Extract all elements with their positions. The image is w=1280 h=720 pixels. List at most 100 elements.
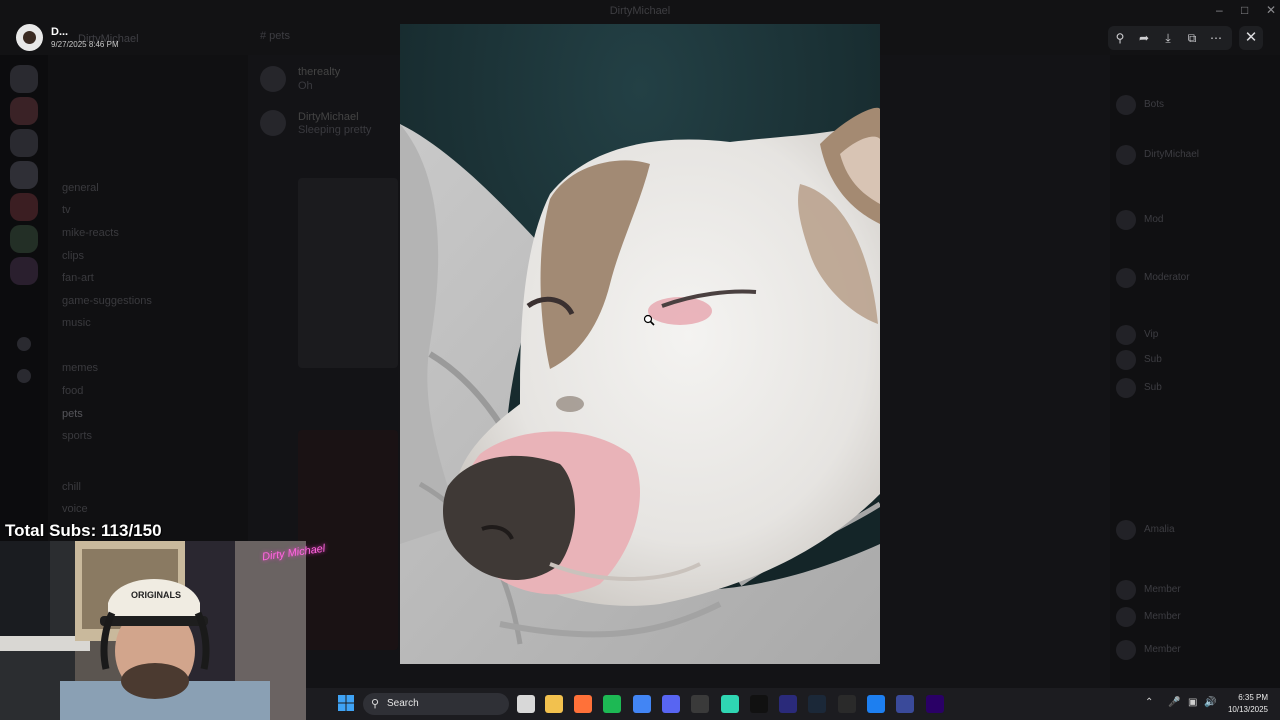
member-item[interactable]: DirtyMichael: [1116, 145, 1266, 167]
firefox-icon[interactable]: [574, 695, 592, 713]
minimize-icon[interactable]: –: [1216, 3, 1223, 17]
chevron-up-icon[interactable]: ⌃: [1145, 697, 1153, 708]
member-item[interactable]: Member: [1116, 580, 1266, 602]
member-name: DirtyMichael: [1144, 149, 1200, 160]
premiere-icon[interactable]: [926, 695, 944, 713]
app-blue-icon[interactable]: [867, 695, 885, 713]
channel-item[interactable]: tv: [62, 204, 71, 218]
app-settings-icon[interactable]: [896, 695, 914, 713]
member-item[interactable]: Member: [1116, 607, 1266, 629]
maximize-icon[interactable]: □: [1241, 3, 1248, 17]
obs-icon[interactable]: [691, 695, 709, 713]
server-icon[interactable]: [10, 161, 38, 189]
member-name: Sub: [1144, 354, 1162, 365]
volume-icon[interactable]: 🔊: [1204, 697, 1216, 708]
channel-item[interactable]: music: [62, 317, 91, 331]
message-author[interactable]: DirtyMichael: [298, 111, 359, 123]
capcut-icon[interactable]: [750, 695, 768, 713]
member-item[interactable]: Amalia: [1116, 520, 1266, 542]
member-item[interactable]: Moderator: [1116, 268, 1266, 290]
channel-item[interactable]: food: [62, 385, 83, 399]
message-image[interactable]: [298, 178, 398, 368]
avatar: [1116, 378, 1136, 398]
member-item[interactable]: Sub: [1116, 378, 1266, 400]
member-item[interactable]: Vip: [1116, 325, 1266, 347]
server-icon[interactable]: [10, 193, 38, 221]
close-viewer-button[interactable]: ✕: [1239, 26, 1263, 50]
discord-icon[interactable]: [662, 695, 680, 713]
file-explorer-icon[interactable]: [545, 695, 563, 713]
epic-games-icon[interactable]: [838, 695, 856, 713]
avatar: [1116, 607, 1136, 627]
server-icon[interactable]: [10, 97, 38, 125]
avatar: [1116, 95, 1136, 115]
channel-item[interactable]: chill: [62, 481, 81, 495]
member-name: Member: [1144, 644, 1181, 655]
chrome-icon[interactable]: [633, 695, 651, 713]
avatar: [1116, 350, 1136, 370]
search-icon: ⚲: [371, 698, 380, 710]
chat-channel-header: # pets: [260, 30, 290, 42]
avatar: [1116, 640, 1136, 660]
channel-item[interactable]: mike-reacts: [62, 227, 119, 241]
member-name: Vip: [1144, 329, 1159, 340]
member-name: Mod: [1144, 214, 1164, 225]
channel-item[interactable]: sports: [62, 430, 92, 444]
cap-logo-text: ORIGINALS: [131, 590, 182, 600]
server-icon[interactable]: [10, 225, 38, 253]
more-icon[interactable]: ⋯: [1204, 26, 1228, 50]
elgato-icon[interactable]: [779, 695, 797, 713]
member-name: Moderator: [1144, 272, 1190, 283]
zoom-cursor-icon: [643, 314, 655, 326]
uploader-name[interactable]: D...: [51, 26, 68, 38]
window-title: DirtyMichael: [609, 5, 671, 17]
webcam-illustration: [0, 541, 306, 720]
window-close-icon[interactable]: ✕: [1266, 3, 1276, 17]
avatar: [1116, 268, 1136, 288]
channel-item[interactable]: general: [62, 182, 99, 196]
message-text: Sleeping pretty: [298, 124, 372, 136]
channel-item[interactable]: clips: [62, 250, 84, 264]
message-author[interactable]: therealty: [298, 66, 340, 78]
avatar[interactable]: [260, 66, 286, 92]
image-toolbar: ⚲ ➦ ⤓ ⧉ ⋯: [1108, 26, 1232, 50]
avatar: [1116, 145, 1136, 165]
channel-item[interactable]: pets: [62, 408, 83, 422]
channel-item[interactable]: memes: [62, 362, 98, 376]
open-in-browser-icon[interactable]: ⧉: [1180, 26, 1204, 50]
spotify-icon[interactable]: [603, 695, 621, 713]
avatar[interactable]: [16, 24, 43, 51]
member-item[interactable]: Member: [1116, 640, 1266, 662]
steam-icon[interactable]: [808, 695, 826, 713]
clock-time[interactable]: 6:35 PM: [1226, 693, 1268, 702]
network-icon[interactable]: ▣: [1188, 697, 1197, 708]
game-icon[interactable]: [721, 695, 739, 713]
avatar[interactable]: [260, 110, 286, 136]
dog-photo[interactable]: [400, 24, 880, 664]
task-view-icon[interactable]: [517, 695, 535, 713]
microphone-icon[interactable]: 🎤: [1168, 697, 1180, 708]
windows-start-icon[interactable]: [338, 695, 354, 711]
server-icon[interactable]: [10, 257, 38, 285]
download-icon[interactable]: ⤓: [1156, 26, 1180, 50]
channel-item[interactable]: fan-art: [62, 272, 94, 286]
avatar: [1116, 210, 1136, 230]
forward-icon[interactable]: ➦: [1132, 26, 1156, 50]
explore-icon[interactable]: [17, 369, 31, 383]
message-text: Oh: [298, 80, 313, 92]
zoom-in-icon[interactable]: ⚲: [1108, 26, 1132, 50]
member-item[interactable]: Bots: [1116, 95, 1266, 117]
message-image[interactable]: [298, 430, 398, 650]
add-server-icon[interactable]: [17, 337, 31, 351]
member-item[interactable]: Mod: [1116, 210, 1266, 232]
clock-date[interactable]: 10/13/2025: [1220, 705, 1268, 714]
member-name: Bots: [1144, 99, 1165, 110]
taskbar-search[interactable]: ⚲ Search: [363, 693, 509, 715]
server-icon[interactable]: [10, 129, 38, 157]
channel-item[interactable]: voice: [62, 503, 88, 517]
channel-item[interactable]: game-suggestions: [62, 295, 152, 309]
member-name: Member: [1144, 611, 1181, 622]
member-item[interactable]: Sub: [1116, 350, 1266, 372]
server-icon[interactable]: [10, 65, 38, 93]
member-name: Member: [1144, 584, 1181, 595]
